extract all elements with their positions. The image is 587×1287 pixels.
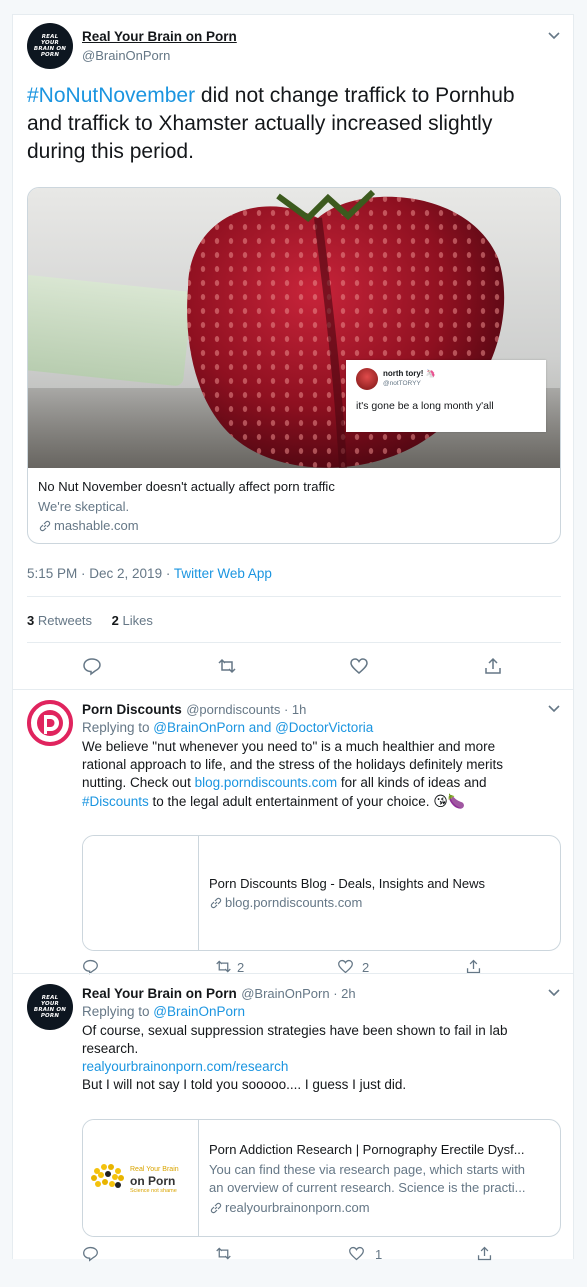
author-name[interactable]: Real Your Brain on Porn: [82, 986, 237, 1001]
reply-text-line2: research.: [82, 1041, 139, 1056]
chevron-down-icon[interactable]: [547, 988, 561, 998]
retweet-icon[interactable]: [217, 656, 237, 676]
timeline-column: REAL YOUR BRAIN ON PORN Real Your Brain …: [12, 14, 574, 1262]
share-icon[interactable]: [476, 1245, 493, 1262]
likes-count: 2: [111, 613, 119, 628]
card-domain: realyourbrainonporn.com: [225, 1200, 370, 1215]
replying-label: Replying to: [82, 720, 154, 735]
embedded-tweet-image: north tory! 🦄 @notTORYY it's gone be a l…: [346, 360, 546, 432]
reply-header: Real Your Brain on Porn @BrainOnPorn · 2…: [82, 985, 356, 1003]
reply-tweet[interactable]: REAL YOUR BRAIN ON PORN Real Your Brain …: [13, 974, 573, 1262]
card-domain: blog.porndiscounts.com: [225, 895, 363, 910]
reply-text-line3a: nutting. Check out: [82, 775, 195, 790]
tweet-timestamp-row: 5:15 PM · Dec 2, 2019 · Twitter Web App: [27, 566, 272, 581]
card-description-line2: an overview of current research. Science…: [209, 1180, 526, 1195]
card-title: Porn Addiction Research | Pornography Er…: [209, 1142, 525, 1157]
replying-and[interactable]: and: [245, 720, 275, 735]
retweets-stat[interactable]: 3 Retweets: [27, 613, 92, 628]
card-description: We're skeptical.: [38, 499, 130, 514]
reply-text-line2: rational approach to life, and the stres…: [82, 757, 503, 772]
retweets-label: Retweets: [34, 613, 93, 628]
reply-text: Of course, sexual suppression strategies…: [82, 1022, 562, 1094]
divider: [27, 642, 561, 643]
tweet-stats: 3 Retweets 2 Likes: [27, 613, 153, 628]
tweet-text: #NoNutNovember did not change traffick t…: [27, 82, 567, 166]
chevron-down-icon[interactable]: [547, 31, 561, 41]
logo-line3: Science not shame: [130, 1188, 177, 1194]
reply-header: Porn Discounts @porndiscounts · 1h: [82, 701, 306, 719]
blog-link[interactable]: blog.porndiscounts.com: [195, 775, 338, 790]
avatar-text: REAL YOUR BRAIN ON PORN: [33, 34, 67, 58]
avatar[interactable]: REAL YOUR BRAIN ON PORN: [27, 984, 73, 1030]
avatar-text: REAL YOUR BRAIN ON PORN: [33, 995, 67, 1019]
author-handle[interactable]: @porndiscounts · 1h: [186, 702, 306, 717]
mention-link[interactable]: @DoctorVictoria: [275, 720, 373, 735]
link-icon: [39, 520, 51, 531]
share-icon[interactable]: [483, 656, 503, 676]
page-background: REAL YOUR BRAIN ON PORN Real Your Brain …: [0, 0, 587, 1287]
reply-icon[interactable]: [82, 1245, 99, 1262]
like-count: 1: [375, 1247, 383, 1262]
reply-text-line3b: for all kinds of ideas and: [337, 775, 487, 790]
logo-line1: Real Your Brain: [130, 1166, 179, 1173]
author-handle[interactable]: @BrainOnPorn · 2h: [241, 986, 355, 1001]
card-thumbnail: [83, 836, 199, 950]
like-icon[interactable]: [349, 656, 369, 676]
hashtag-link[interactable]: #Discounts: [82, 794, 149, 809]
card-title: No Nut November doesn't actually affect …: [38, 479, 335, 494]
link-icon: [210, 897, 222, 908]
embedded-name: north tory! 🦄: [383, 369, 436, 378]
card-domain: mashable.com: [54, 518, 139, 533]
card-domain-row: mashable.com: [38, 518, 139, 533]
reply-text-line1: We believe "nut whenever you need to" is…: [82, 739, 496, 754]
tweet-source[interactable]: Twitter Web App: [174, 566, 272, 581]
card-description-line1: You can find these via research page, wh…: [209, 1162, 526, 1177]
card-title: Porn Discounts Blog - Deals, Insights an…: [209, 876, 486, 891]
mention-link[interactable]: @BrainOnPorn: [153, 720, 245, 735]
like-icon[interactable]: [348, 1245, 365, 1262]
author-handle[interactable]: @BrainOnPorn: [82, 48, 170, 63]
reply-text: We believe "nut whenever you need to" is…: [82, 738, 562, 811]
embedded-avatar: [356, 368, 378, 390]
link-icon: [210, 1202, 222, 1213]
link-card[interactable]: Porn Discounts Blog - Deals, Insights an…: [82, 835, 561, 951]
mention-link[interactable]: @BrainOnPorn: [153, 1004, 245, 1019]
link-card[interactable]: north tory! 🦄 @notTORYY it's gone be a l…: [27, 187, 561, 544]
tweet-timestamp[interactable]: 5:15 PM · Dec 2, 2019 ·: [27, 566, 174, 581]
reply-text-line4: But I will not say I told you sooooo....…: [82, 1077, 407, 1092]
card-domain-row: realyourbrainonporn.com: [209, 1200, 370, 1215]
replying-to: Replying to @BrainOnPorn and @DoctorVict…: [82, 720, 373, 735]
logo-line2: on Porn: [130, 1174, 176, 1188]
likes-stat[interactable]: 2 Likes: [112, 613, 153, 628]
main-tweet: REAL YOUR BRAIN ON PORN Real Your Brain …: [13, 15, 573, 689]
tweet-text-line1: did not change traffick to Pornhub: [195, 84, 515, 107]
retweet-icon[interactable]: [215, 1245, 232, 1262]
embedded-handle: @notTORYY: [383, 380, 421, 387]
chevron-down-icon[interactable]: [547, 704, 561, 714]
likes-label: Likes: [118, 613, 153, 628]
tweet-text-line2: and traffick to Xhamster actually increa…: [27, 112, 493, 135]
replying-to: Replying to @BrainOnPorn: [82, 1004, 245, 1019]
emoji: 😘🍆: [433, 793, 466, 809]
card-image: north tory! 🦄 @notTORYY it's gone be a l…: [28, 188, 560, 468]
divider: [27, 596, 561, 597]
hashtag-link[interactable]: #NoNutNovember: [27, 84, 195, 107]
research-link[interactable]: realyourbrainonporn.com/research: [82, 1058, 562, 1076]
reply-text-line4b: to the legal adult entertainment of your…: [148, 794, 434, 809]
card-domain-row: blog.porndiscounts.com: [209, 895, 362, 910]
reply-tweet[interactable]: Porn Discounts @porndiscounts · 1h Reply…: [13, 690, 573, 975]
author-name[interactable]: Porn Discounts: [82, 702, 182, 717]
tweet-text-line3: during this period.: [27, 140, 194, 163]
reply-text-line1: Of course, sexual suppression strategies…: [82, 1023, 508, 1038]
avatar[interactable]: REAL YOUR BRAIN ON PORN: [27, 23, 73, 69]
reply-icon[interactable]: [82, 656, 102, 676]
card-thumbnail: Real Your Brain on Porn Science not sham…: [83, 1120, 199, 1236]
avatar[interactable]: [27, 700, 73, 746]
author-name[interactable]: Real Your Brain on Porn: [82, 29, 237, 44]
link-card[interactable]: Real Your Brain on Porn Science not sham…: [82, 1119, 561, 1237]
brain-logo-icon: [91, 1164, 124, 1188]
embedded-text: it's gone be a long month y'all: [356, 400, 494, 412]
replying-label: Replying to: [82, 1004, 154, 1019]
